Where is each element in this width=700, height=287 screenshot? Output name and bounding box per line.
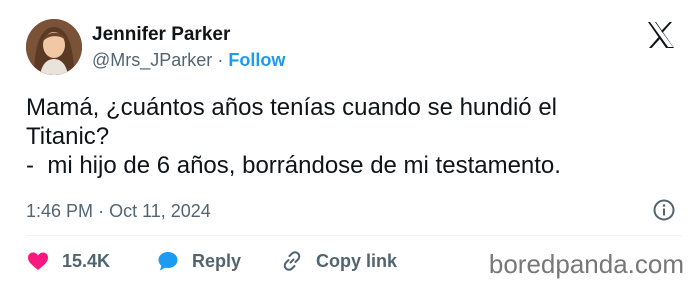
reply-button[interactable]: Reply bbox=[156, 248, 241, 274]
tweet-date: Oct 11, 2024 bbox=[109, 201, 211, 221]
tweet-time: 1:46 PM bbox=[26, 201, 94, 221]
info-icon[interactable] bbox=[652, 198, 676, 222]
author-name[interactable]: Jennifer Parker bbox=[92, 24, 230, 46]
copy-link-label: Copy link bbox=[316, 250, 398, 271]
avatar-portrait-icon bbox=[26, 19, 82, 75]
avatar[interactable] bbox=[26, 19, 82, 75]
tweet-timestamp[interactable]: 1:46 PM · Oct 11, 2024 bbox=[26, 200, 211, 222]
copy-link-button[interactable]: Copy link bbox=[280, 248, 397, 274]
x-logo-icon[interactable] bbox=[646, 21, 676, 49]
follow-button[interactable]: Follow bbox=[228, 50, 285, 70]
handle-row: @Mrs_JParker · Follow bbox=[92, 49, 285, 71]
speech-bubble-icon bbox=[158, 252, 178, 271]
meta-separator-dot: · bbox=[98, 201, 105, 221]
reply-label: Reply bbox=[192, 250, 242, 271]
watermark: boredpanda.com bbox=[488, 249, 684, 279]
divider bbox=[26, 235, 682, 236]
link-icon bbox=[283, 251, 301, 271]
like-count: 15.4K bbox=[62, 250, 111, 271]
separator-dot: · bbox=[217, 50, 224, 70]
like-button[interactable]: 15.4K bbox=[26, 248, 110, 274]
tweet-text: Mamá, ¿cuántos años tenías cuando se hun… bbox=[26, 94, 561, 179]
author-handle[interactable]: @Mrs_JParker bbox=[92, 50, 212, 70]
heart-icon bbox=[28, 252, 48, 270]
